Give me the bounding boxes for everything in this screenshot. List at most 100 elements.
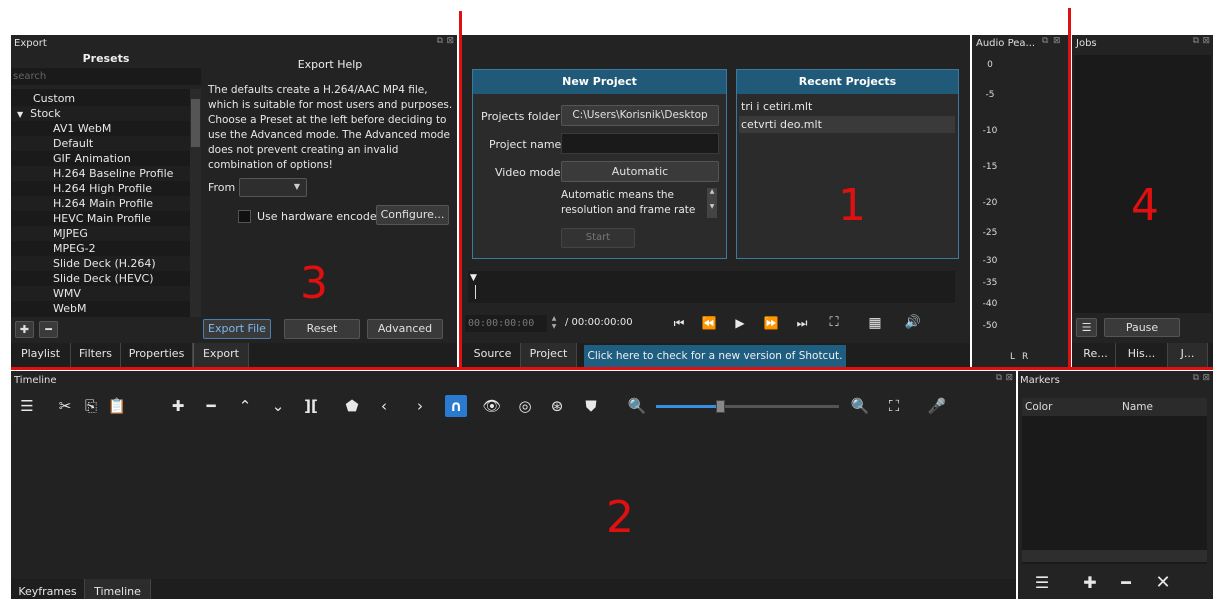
ripple-markers-icon[interactable]: ⛊ [580, 396, 602, 416]
projects-folder-button[interactable]: C:\Users\Korisnik\Desktop [561, 105, 719, 126]
tab-history[interactable]: His... [1116, 343, 1168, 367]
close-panel-icon[interactable]: ⊠ [1202, 36, 1210, 46]
presets-search-input[interactable]: search [11, 68, 201, 85]
marker-icon[interactable]: ⬟ [342, 396, 362, 416]
list-item[interactable]: Slide Deck (HEVC) [11, 271, 201, 286]
scrollbar-thumb[interactable] [191, 99, 200, 147]
scroll-down-icon[interactable]: ▼ [707, 203, 717, 210]
tab-source[interactable]: Source [465, 343, 521, 367]
fast-forward-icon[interactable]: ⏩ [762, 313, 780, 333]
tab-recent[interactable]: Re... [1076, 343, 1116, 367]
tab-timeline[interactable]: Timeline [85, 579, 151, 599]
timeline-tracks-area[interactable] [11, 421, 1016, 579]
list-item[interactable]: HEVC Main Profile [11, 211, 201, 226]
list-item[interactable]: MPEG-2 [11, 241, 201, 256]
remove-marker-icon[interactable]: ━ [1116, 573, 1136, 593]
list-item[interactable]: tri i cetiri.mlt [741, 98, 955, 115]
list-item[interactable]: AV1 WebM [11, 121, 201, 136]
close-panel-icon[interactable]: ⊠ [1005, 373, 1013, 383]
append-icon[interactable]: ✚ [168, 396, 188, 416]
column-header-color[interactable]: Color [1025, 401, 1115, 413]
volume-icon[interactable]: 🔊 [901, 313, 925, 333]
lift-icon[interactable]: ⌃ [235, 396, 255, 416]
zoom-in-icon[interactable]: 🔍 [849, 396, 871, 416]
list-item[interactable]: GIF Animation [11, 151, 201, 166]
record-audio-icon[interactable]: 🎤 [926, 396, 948, 416]
tab-playlist[interactable]: Playlist [11, 343, 71, 367]
remove-preset-button[interactable]: ━ [39, 321, 58, 338]
paste-icon[interactable]: 📋 [107, 396, 127, 416]
reset-button[interactable]: Reset [284, 319, 360, 339]
horizontal-scrollbar[interactable] [1022, 550, 1207, 562]
help-scrollbar[interactable]: ▲ ▼ [707, 188, 717, 218]
list-item[interactable]: Default [11, 136, 201, 151]
float-panel-icon[interactable]: ⧉ [1042, 36, 1048, 46]
float-panel-icon[interactable]: ⧉ [437, 36, 443, 46]
next-marker-icon[interactable]: › [410, 396, 430, 416]
split-icon[interactable]: ][ [301, 396, 321, 416]
close-panel-icon[interactable]: ⊠ [1202, 373, 1210, 383]
zoom-fit-icon[interactable]: ⛶ [883, 396, 905, 416]
tab-filters[interactable]: Filters [71, 343, 121, 367]
list-item[interactable]: H.264 Baseline Profile [11, 166, 201, 181]
float-panel-icon[interactable]: ⧉ [1193, 373, 1199, 383]
list-item[interactable]: H.264 Main Profile [11, 196, 201, 211]
zoom-out-icon[interactable]: 🔍 [626, 396, 648, 416]
export-file-button[interactable]: Export File [203, 319, 271, 339]
grid-icon[interactable]: ▦ [866, 313, 884, 333]
tab-keyframes[interactable]: Keyframes [11, 579, 85, 599]
ripple-all-tracks-icon[interactable]: ⊛ [546, 396, 568, 416]
skip-to-start-icon[interactable]: ⏮ [670, 313, 688, 333]
close-panel-icon[interactable]: ⊠ [446, 36, 454, 46]
list-item[interactable]: MJPEG [11, 226, 201, 241]
zoom-slider[interactable] [656, 400, 839, 413]
zoom-fit-icon[interactable]: ⛶ [825, 313, 843, 333]
play-icon[interactable]: ▶ [731, 313, 749, 333]
copy-icon[interactable]: ⎘ [81, 396, 101, 416]
hw-encoder-checkbox[interactable] [238, 210, 251, 223]
previous-marker-icon[interactable]: ‹ [374, 396, 394, 416]
zoom-slider-handle[interactable] [716, 400, 725, 413]
snap-icon[interactable]: ∩ [445, 395, 467, 417]
list-item[interactable]: Custom [11, 91, 201, 106]
markers-menu-icon[interactable]: ☰ [1032, 573, 1052, 593]
jobs-menu-button[interactable]: ☰ [1076, 318, 1097, 337]
start-button[interactable]: Start [561, 228, 635, 248]
float-panel-icon[interactable]: ⧉ [1193, 36, 1199, 46]
list-item[interactable]: Slide Deck (H.264) [11, 256, 201, 271]
advanced-button[interactable]: Advanced [367, 319, 443, 339]
timecode-spinner[interactable]: ▲ ▼ [549, 315, 559, 332]
from-select[interactable]: ▼ [239, 178, 307, 197]
presets-scrollbar[interactable] [190, 89, 201, 317]
playhead-marker[interactable]: ▼ [470, 273, 477, 283]
list-item[interactable]: H.264 High Profile [11, 181, 201, 196]
add-marker-icon[interactable]: ✚ [1080, 573, 1100, 593]
list-item[interactable]: WMV [11, 286, 201, 301]
remove-icon[interactable]: ━ [201, 396, 221, 416]
timecode-field[interactable]: 00:00:00:00 [465, 315, 547, 332]
video-mode-button[interactable]: Automatic [561, 161, 719, 182]
clear-markers-icon[interactable]: ✕ [1153, 573, 1173, 593]
skip-to-end-icon[interactable]: ⏭ [793, 313, 811, 333]
tab-jobs[interactable]: J... [1168, 343, 1208, 367]
menu-icon[interactable]: ☰ [17, 396, 37, 416]
tab-project[interactable]: Project [521, 343, 577, 367]
pause-button[interactable]: Pause [1104, 318, 1180, 337]
update-notice[interactable]: Click here to check for a new version of… [584, 345, 846, 367]
float-panel-icon[interactable]: ⧉ [996, 373, 1002, 383]
cut-icon[interactable]: ✂ [55, 396, 75, 416]
close-panel-icon[interactable]: ⊠ [1053, 36, 1061, 46]
scrub-while-dragging-icon[interactable]: 👁 [481, 396, 503, 416]
list-item[interactable]: WebM [11, 301, 201, 316]
project-name-field[interactable] [561, 133, 719, 154]
tab-properties[interactable]: Properties [121, 343, 193, 367]
column-header-name[interactable]: Name [1122, 401, 1153, 413]
scroll-up-icon[interactable]: ▲ [707, 188, 717, 195]
ripple-icon[interactable]: ◎ [514, 396, 536, 416]
list-item[interactable]: cetvrti deo.mlt [739, 116, 955, 133]
add-preset-button[interactable]: ✚ [15, 321, 34, 338]
scrub-bar[interactable]: ▼ [468, 271, 955, 303]
list-item[interactable]: ▼ Stock [11, 106, 197, 121]
configure-button[interactable]: Configure... [376, 205, 449, 225]
tab-export[interactable]: Export [193, 343, 249, 367]
